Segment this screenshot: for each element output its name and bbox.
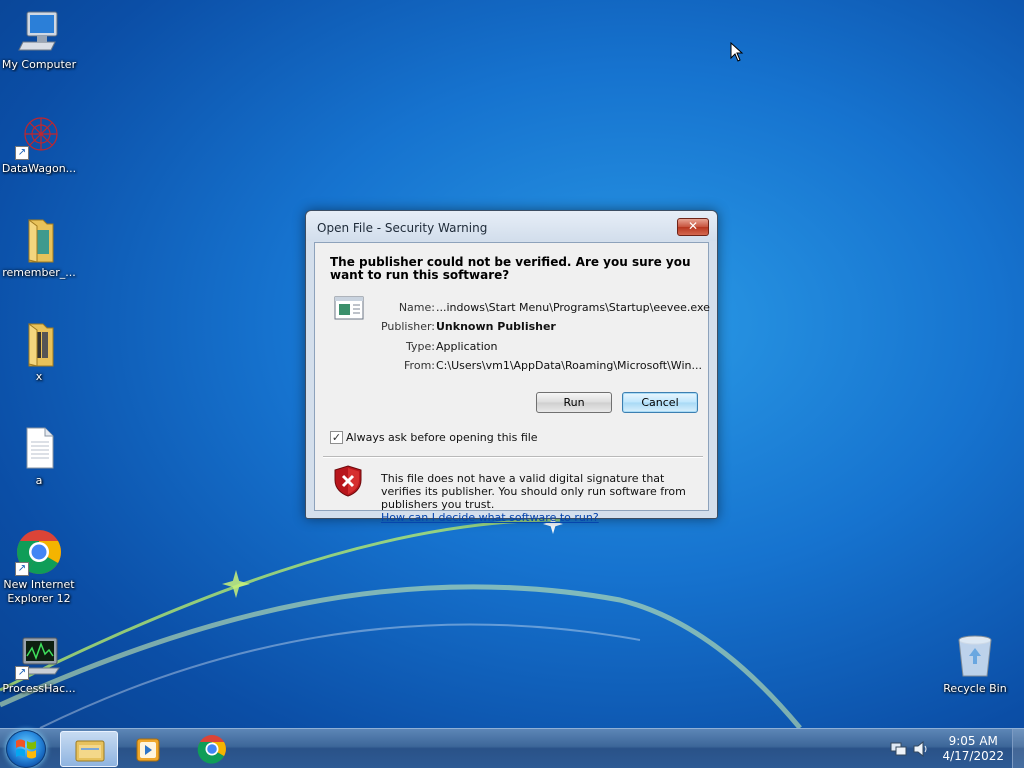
desktop-icon-label: Recycle Bin bbox=[943, 682, 1007, 695]
windows-explorer-icon bbox=[75, 740, 105, 762]
shortcut-arrow-icon: ↗ bbox=[15, 562, 29, 576]
desktop-icon-my-computer[interactable]: My Computer bbox=[0, 8, 78, 72]
show-desktop-button[interactable] bbox=[1012, 729, 1024, 768]
processhacker-icon: ↗ bbox=[15, 632, 63, 680]
security-shield-icon bbox=[334, 465, 362, 497]
signature-warning: This file does not have a valid digital … bbox=[381, 472, 701, 524]
taskbar-explorer-button[interactable] bbox=[60, 731, 118, 767]
desktop-icon-label: DataWagon... bbox=[1, 162, 77, 175]
always-ask-label: Always ask before opening this file bbox=[346, 431, 538, 444]
run-button[interactable]: Run bbox=[536, 392, 612, 413]
help-link[interactable]: How can I decide what software to run? bbox=[381, 511, 701, 524]
type-value: Application bbox=[436, 340, 498, 353]
chrome-icon: ↗ bbox=[15, 528, 63, 576]
taskbar: 9:05 AM 4/17/2022 bbox=[0, 728, 1024, 768]
volume-icon[interactable] bbox=[912, 741, 930, 757]
desktop-icon-a-file[interactable]: a bbox=[0, 424, 78, 488]
computer-icon bbox=[15, 8, 63, 56]
folder-icon bbox=[15, 216, 63, 264]
mouse-cursor-icon bbox=[730, 42, 744, 62]
publisher-value: Unknown Publisher bbox=[436, 320, 556, 333]
publisher-label: Publisher: bbox=[380, 320, 435, 333]
shortcut-arrow-icon: ↗ bbox=[15, 146, 29, 160]
desktop-icon-new-internet-explorer[interactable]: ↗ New Internet Explorer 12 bbox=[0, 528, 78, 606]
chrome-icon bbox=[197, 735, 226, 764]
signature-warning-text: This file does not have a valid digital … bbox=[381, 472, 686, 511]
cancel-button[interactable]: Cancel bbox=[622, 392, 698, 413]
taskbar-media-player-button[interactable] bbox=[120, 731, 178, 767]
close-icon: ✕ bbox=[687, 219, 699, 233]
dialog-client-area: The publisher could not be verified. Are… bbox=[314, 242, 710, 524]
from-value: C:\Users\vm1\AppData\Roaming\Microsoft\W… bbox=[436, 359, 702, 372]
dialog-separator bbox=[323, 456, 703, 458]
always-ask-checkbox[interactable]: ✓ bbox=[330, 431, 343, 444]
close-button[interactable]: ✕ bbox=[677, 218, 709, 236]
desktop-icon-datawagon[interactable]: ↗ DataWagon... bbox=[0, 112, 78, 176]
notification-area: 9:05 AM 4/17/2022 bbox=[884, 729, 1024, 768]
windows-logo-icon bbox=[16, 739, 36, 759]
desktop-icon-label: remember_... bbox=[2, 266, 76, 279]
desktop-icon-x-folder[interactable]: x bbox=[0, 320, 78, 384]
datawagon-icon: ↗ bbox=[15, 112, 63, 160]
shortcut-arrow-icon: ↗ bbox=[15, 666, 29, 680]
desktop-icon-label-line2: Explorer 12 bbox=[7, 592, 71, 605]
start-button[interactable] bbox=[6, 730, 46, 768]
clock-time: 9:05 AM bbox=[948, 734, 998, 748]
always-ask-option[interactable]: ✓ Always ask before opening this file bbox=[330, 431, 538, 444]
network-icon[interactable] bbox=[890, 741, 908, 757]
desktop-icon-label: a bbox=[35, 474, 43, 487]
desktop-icon-processhacker[interactable]: ↗ ProcessHac... bbox=[0, 632, 78, 696]
media-player-icon bbox=[136, 738, 160, 762]
security-warning-dialog: Open File - Security Warning ✕ The publi… bbox=[305, 210, 718, 524]
taskbar-clock[interactable]: 9:05 AM 4/17/2022 bbox=[942, 734, 1004, 764]
folder-icon bbox=[15, 320, 63, 368]
from-label: From: bbox=[404, 359, 435, 372]
text-file-icon bbox=[15, 424, 63, 472]
desktop-icon-label: My Computer bbox=[1, 58, 77, 71]
desktop-icon-remember-folder[interactable]: remember_... bbox=[0, 216, 78, 280]
name-label: Name: bbox=[398, 301, 435, 314]
taskbar-chrome-button[interactable] bbox=[183, 731, 241, 767]
clock-date: 4/17/2022 bbox=[942, 749, 1004, 763]
dialog-headline: The publisher could not be verified. Are… bbox=[330, 255, 691, 282]
desktop-icon-label-line1: New Internet bbox=[3, 578, 75, 591]
desktop-icon-label: x bbox=[35, 370, 43, 383]
type-label: Type: bbox=[406, 340, 435, 353]
dialog-title: Open File - Security Warning bbox=[317, 221, 488, 235]
desktop-icon-recycle-bin[interactable]: Recycle Bin bbox=[936, 632, 1014, 696]
recycle-bin-icon bbox=[951, 632, 999, 680]
desktop-icon-label: ProcessHac... bbox=[2, 682, 76, 695]
dialog-titlebar[interactable]: Open File - Security Warning ✕ bbox=[306, 211, 717, 241]
name-value: ...indows\Start Menu\Programs\Startup\ee… bbox=[436, 301, 710, 314]
